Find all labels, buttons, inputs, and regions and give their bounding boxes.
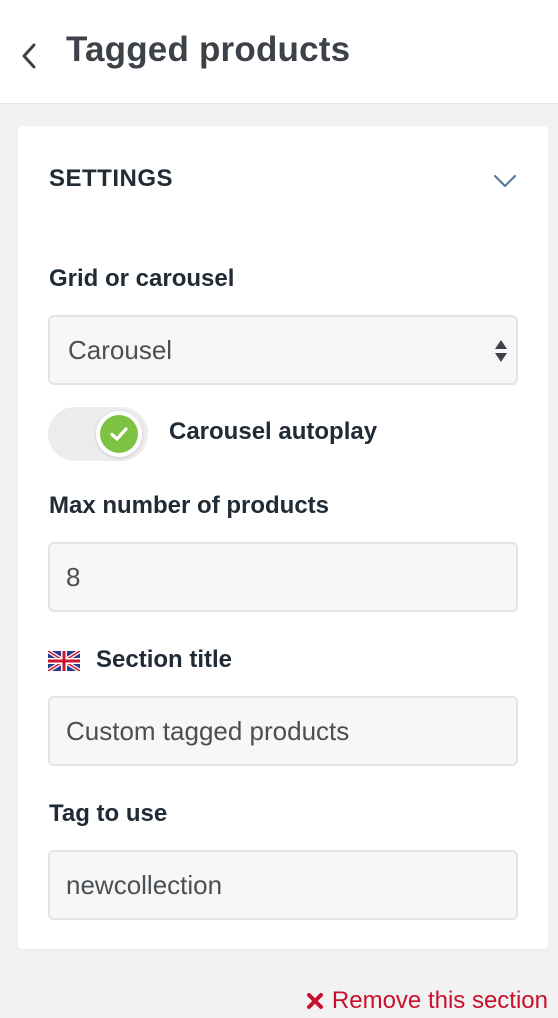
chevron-left-icon	[22, 43, 36, 69]
page-title: Tagged products	[66, 30, 351, 69]
tag-value: newcollection	[66, 869, 223, 900]
tag-input[interactable]: newcollection	[48, 850, 518, 920]
layout-select[interactable]: Carousel	[48, 315, 518, 385]
select-arrows-icon	[495, 340, 507, 362]
layout-label: Grid or carousel	[49, 265, 235, 292]
tag-label: Tag to use	[49, 800, 168, 827]
check-icon	[110, 427, 128, 441]
max-products-label: Max number of products	[49, 492, 330, 519]
chevron-down-icon	[493, 174, 517, 188]
settings-title: SETTINGS	[49, 165, 174, 192]
max-products-value: 8	[66, 561, 81, 592]
settings-collapse-toggle[interactable]: SETTINGS	[18, 126, 548, 232]
uk-flag-icon	[48, 651, 80, 671]
section-title-input[interactable]: Custom tagged products	[48, 696, 518, 766]
section-title-value: Custom tagged products	[66, 715, 350, 746]
layout-select-value: Carousel	[68, 334, 173, 365]
page-header: Tagged products	[0, 0, 558, 104]
remove-section-button[interactable]: Remove this section	[306, 987, 548, 1015]
max-products-input[interactable]: 8	[48, 542, 518, 612]
settings-card: SETTINGS Grid or carousel Carousel Carou…	[18, 126, 548, 949]
autoplay-toggle[interactable]	[48, 407, 148, 461]
remove-section-label: Remove this section	[331, 987, 548, 1014]
section-title-label: Section title	[96, 646, 233, 673]
autoplay-label: Carousel autoplay	[169, 418, 378, 445]
close-icon	[306, 993, 323, 1009]
toggle-knob	[96, 411, 142, 457]
back-button[interactable]	[14, 38, 44, 74]
